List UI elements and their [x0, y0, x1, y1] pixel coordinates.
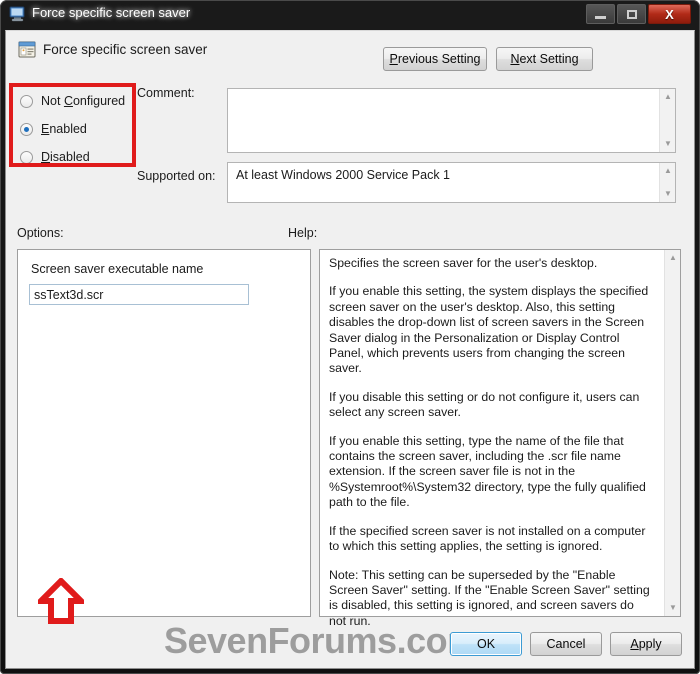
next-setting-label: ext Setting — [519, 52, 579, 66]
help-label: Help: — [288, 226, 318, 240]
help-paragraph: Specifies the screen saver for the user'… — [329, 256, 598, 270]
close-icon: X — [665, 6, 674, 22]
scroll-up-icon[interactable]: ▲ — [660, 163, 676, 179]
radio-icon-selected — [20, 122, 33, 136]
screen-saver-executable-input[interactable] — [29, 284, 249, 305]
help-paragraph: If you enable this setting, the system d… — [329, 284, 649, 376]
cancel-button[interactable]: Cancel — [530, 632, 602, 656]
screen-saver-field-label: Screen saver executable name — [31, 262, 204, 276]
apply-accel: A — [630, 637, 639, 651]
apply-button[interactable]: Apply — [610, 632, 682, 656]
supported-on-value: At least Windows 2000 Service Pack 1 — [236, 168, 450, 182]
policy-setting-icon — [18, 41, 36, 58]
setting-title: Force specific screen saver — [43, 42, 208, 57]
comment-input[interactable]: ▲ ▼ — [227, 88, 676, 153]
options-label: Options: — [17, 226, 64, 240]
help-paragraph: If you enable this setting, type the nam… — [329, 433, 646, 510]
close-button[interactable]: X — [648, 4, 691, 24]
ok-label: OK — [476, 637, 496, 651]
apply-label: pply — [638, 637, 662, 651]
scroll-up-icon[interactable]: ▲ — [660, 89, 676, 105]
minimize-button[interactable] — [586, 4, 615, 24]
comment-label: Comment: — [137, 86, 195, 100]
radio-enabled[interactable]: Enabled — [20, 115, 140, 143]
cancel-label: Cancel — [546, 637, 586, 651]
ok-button[interactable]: OK — [450, 632, 522, 656]
scroll-up-icon[interactable]: ▲ — [665, 250, 681, 266]
radio-label: Disabled — [41, 150, 90, 164]
help-paragraph: If the specified screen saver is not ins… — [329, 523, 646, 554]
radio-label: Not Configured — [41, 94, 126, 108]
next-setting-button[interactable]: Next Setting — [496, 47, 593, 71]
help-scrollbar[interactable]: ▲ ▼ — [664, 250, 680, 616]
help-text: Specifies the screen saver for the user'… — [329, 256, 654, 642]
radio-label: Enabled — [41, 122, 87, 136]
supported-scrollbar[interactable]: ▲ ▼ — [659, 163, 675, 202]
previous-setting-button[interactable]: Previous Setting — [383, 47, 487, 71]
supported-on-label: Supported on: — [137, 169, 216, 183]
radio-not-configured[interactable]: Not Configured — [20, 87, 140, 115]
title-bar[interactable]: Force specific screen saver X — [0, 0, 700, 30]
monitor-icon — [9, 6, 25, 22]
help-panel: Specifies the screen saver for the user'… — [319, 249, 681, 628]
supported-on-box: At least Windows 2000 Service Pack 1 ▲ ▼ — [227, 162, 676, 203]
radio-icon — [20, 94, 33, 108]
dialog-client: Force specific screen saver Previous Set… — [5, 30, 695, 669]
scroll-down-icon[interactable]: ▼ — [665, 600, 681, 616]
radio-disabled[interactable]: Disabled — [20, 143, 140, 171]
previous-setting-label: revious Setting — [397, 52, 481, 66]
radio-icon — [20, 150, 33, 164]
scroll-down-icon[interactable]: ▼ — [660, 186, 676, 202]
previous-setting-accel: P — [389, 52, 398, 66]
help-paragraph: If you disable this setting or do not co… — [329, 389, 640, 420]
state-radio-group: Not Configured Enabled Disabled — [20, 87, 140, 171]
comment-scrollbar[interactable]: ▲ ▼ — [659, 89, 675, 152]
options-panel: Screen saver executable name — [17, 249, 311, 624]
dialog-window: Force specific screen saver X Force spec… — [0, 0, 700, 674]
window-title: Force specific screen saver — [32, 5, 191, 20]
maximize-button[interactable] — [617, 4, 646, 24]
annotation-up-arrow-icon — [38, 578, 84, 624]
next-setting-accel: N — [510, 52, 520, 66]
watermark: SevenForums.com — [164, 620, 479, 661]
scroll-down-icon[interactable]: ▼ — [660, 136, 676, 152]
